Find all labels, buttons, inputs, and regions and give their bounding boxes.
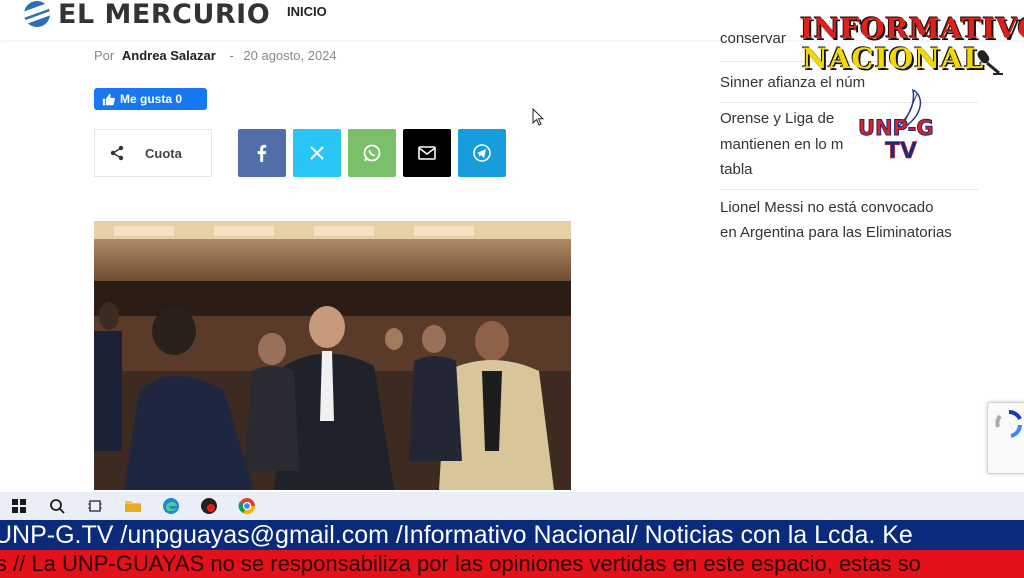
news-ticker-bottom: s // La UNP-GUAYAS no se responsabiliza … [0, 550, 1024, 578]
screen: EL MERCURIO INICIO Por Andrea Salazar - … [0, 0, 1024, 578]
byline-separator: - [229, 48, 234, 63]
article-photo [94, 221, 571, 490]
nav-item-inicio[interactable]: INICIO [287, 4, 327, 19]
ticker-top-text: UNP-G.TV /unpguayas@gmail.com /Informati… [0, 521, 913, 549]
sidebar-link[interactable]: Lionel Messi no está convocado [720, 195, 978, 220]
edge-browser-button[interactable] [152, 492, 190, 520]
telegram-share-button[interactable] [458, 129, 506, 177]
chrome-browser-button[interactable] [228, 492, 266, 520]
byline-prefix: Por [94, 48, 115, 63]
app-button[interactable] [190, 492, 228, 520]
logo-text: EL MERCURIO [58, 0, 271, 30]
tv-text: TV [885, 139, 917, 163]
brand-line-1: INFORMATIVO [800, 12, 1024, 45]
email-share-button[interactable] [403, 129, 451, 177]
like-label: Me gusta 0 [120, 92, 183, 106]
search-icon [50, 499, 65, 514]
mouse-cursor-icon [532, 108, 544, 126]
recaptcha-badge[interactable] [987, 402, 1024, 474]
globe-icon [24, 1, 50, 27]
unp-g-tv-logo: UNP-G TV [855, 88, 940, 164]
microphone-icon [977, 50, 1003, 75]
task-view-button[interactable] [76, 492, 114, 520]
sidebar-divider [720, 189, 978, 190]
folder-icon [125, 501, 141, 512]
sidebar-link[interactable]: en Argentina para las Eliminatorias [720, 220, 978, 245]
windows-logo-icon [12, 499, 26, 513]
file-explorer-button[interactable] [114, 492, 152, 520]
task-view-icon [88, 500, 102, 512]
photo-illustration [94, 221, 571, 490]
windows-taskbar [0, 492, 1024, 520]
edge-icon [163, 498, 179, 514]
site-logo[interactable]: EL MERCURIO [24, 0, 271, 30]
share-icon [110, 145, 124, 161]
ticker-bottom-text: s // La UNP-GUAYAS no se responsabiliza … [0, 551, 921, 576]
quill-icon: UNP-G TV [858, 88, 934, 164]
taskbar-search-button[interactable] [38, 492, 76, 520]
app-icon [201, 498, 217, 514]
windows-start-button[interactable] [0, 492, 38, 520]
share-button[interactable]: Cuota [94, 129, 212, 177]
article-byline: Por Andrea Salazar - 20 agosto, 2024 [94, 48, 337, 63]
x-icon [310, 146, 324, 160]
share-label: Cuota [145, 145, 182, 161]
thumbs-up-icon [102, 93, 115, 105]
unp-text: UNP-G [858, 116, 934, 140]
byline-date: 20 agosto, 2024 [243, 48, 337, 63]
facebook-like-button[interactable]: Me gusta 0 [94, 88, 207, 110]
facebook-share-button[interactable] [238, 129, 286, 177]
email-icon [418, 146, 436, 160]
byline-author[interactable]: Andrea Salazar [122, 48, 216, 63]
telegram-icon [473, 144, 491, 162]
news-ticker-top: UNP-G.TV /unpguayas@gmail.com /Informati… [0, 520, 1024, 550]
x-share-button[interactable] [293, 129, 341, 177]
whatsapp-share-button[interactable] [348, 129, 396, 177]
chrome-icon [238, 498, 256, 515]
facebook-icon [257, 144, 267, 162]
recaptcha-icon [995, 409, 1022, 438]
whatsapp-icon [363, 144, 381, 162]
